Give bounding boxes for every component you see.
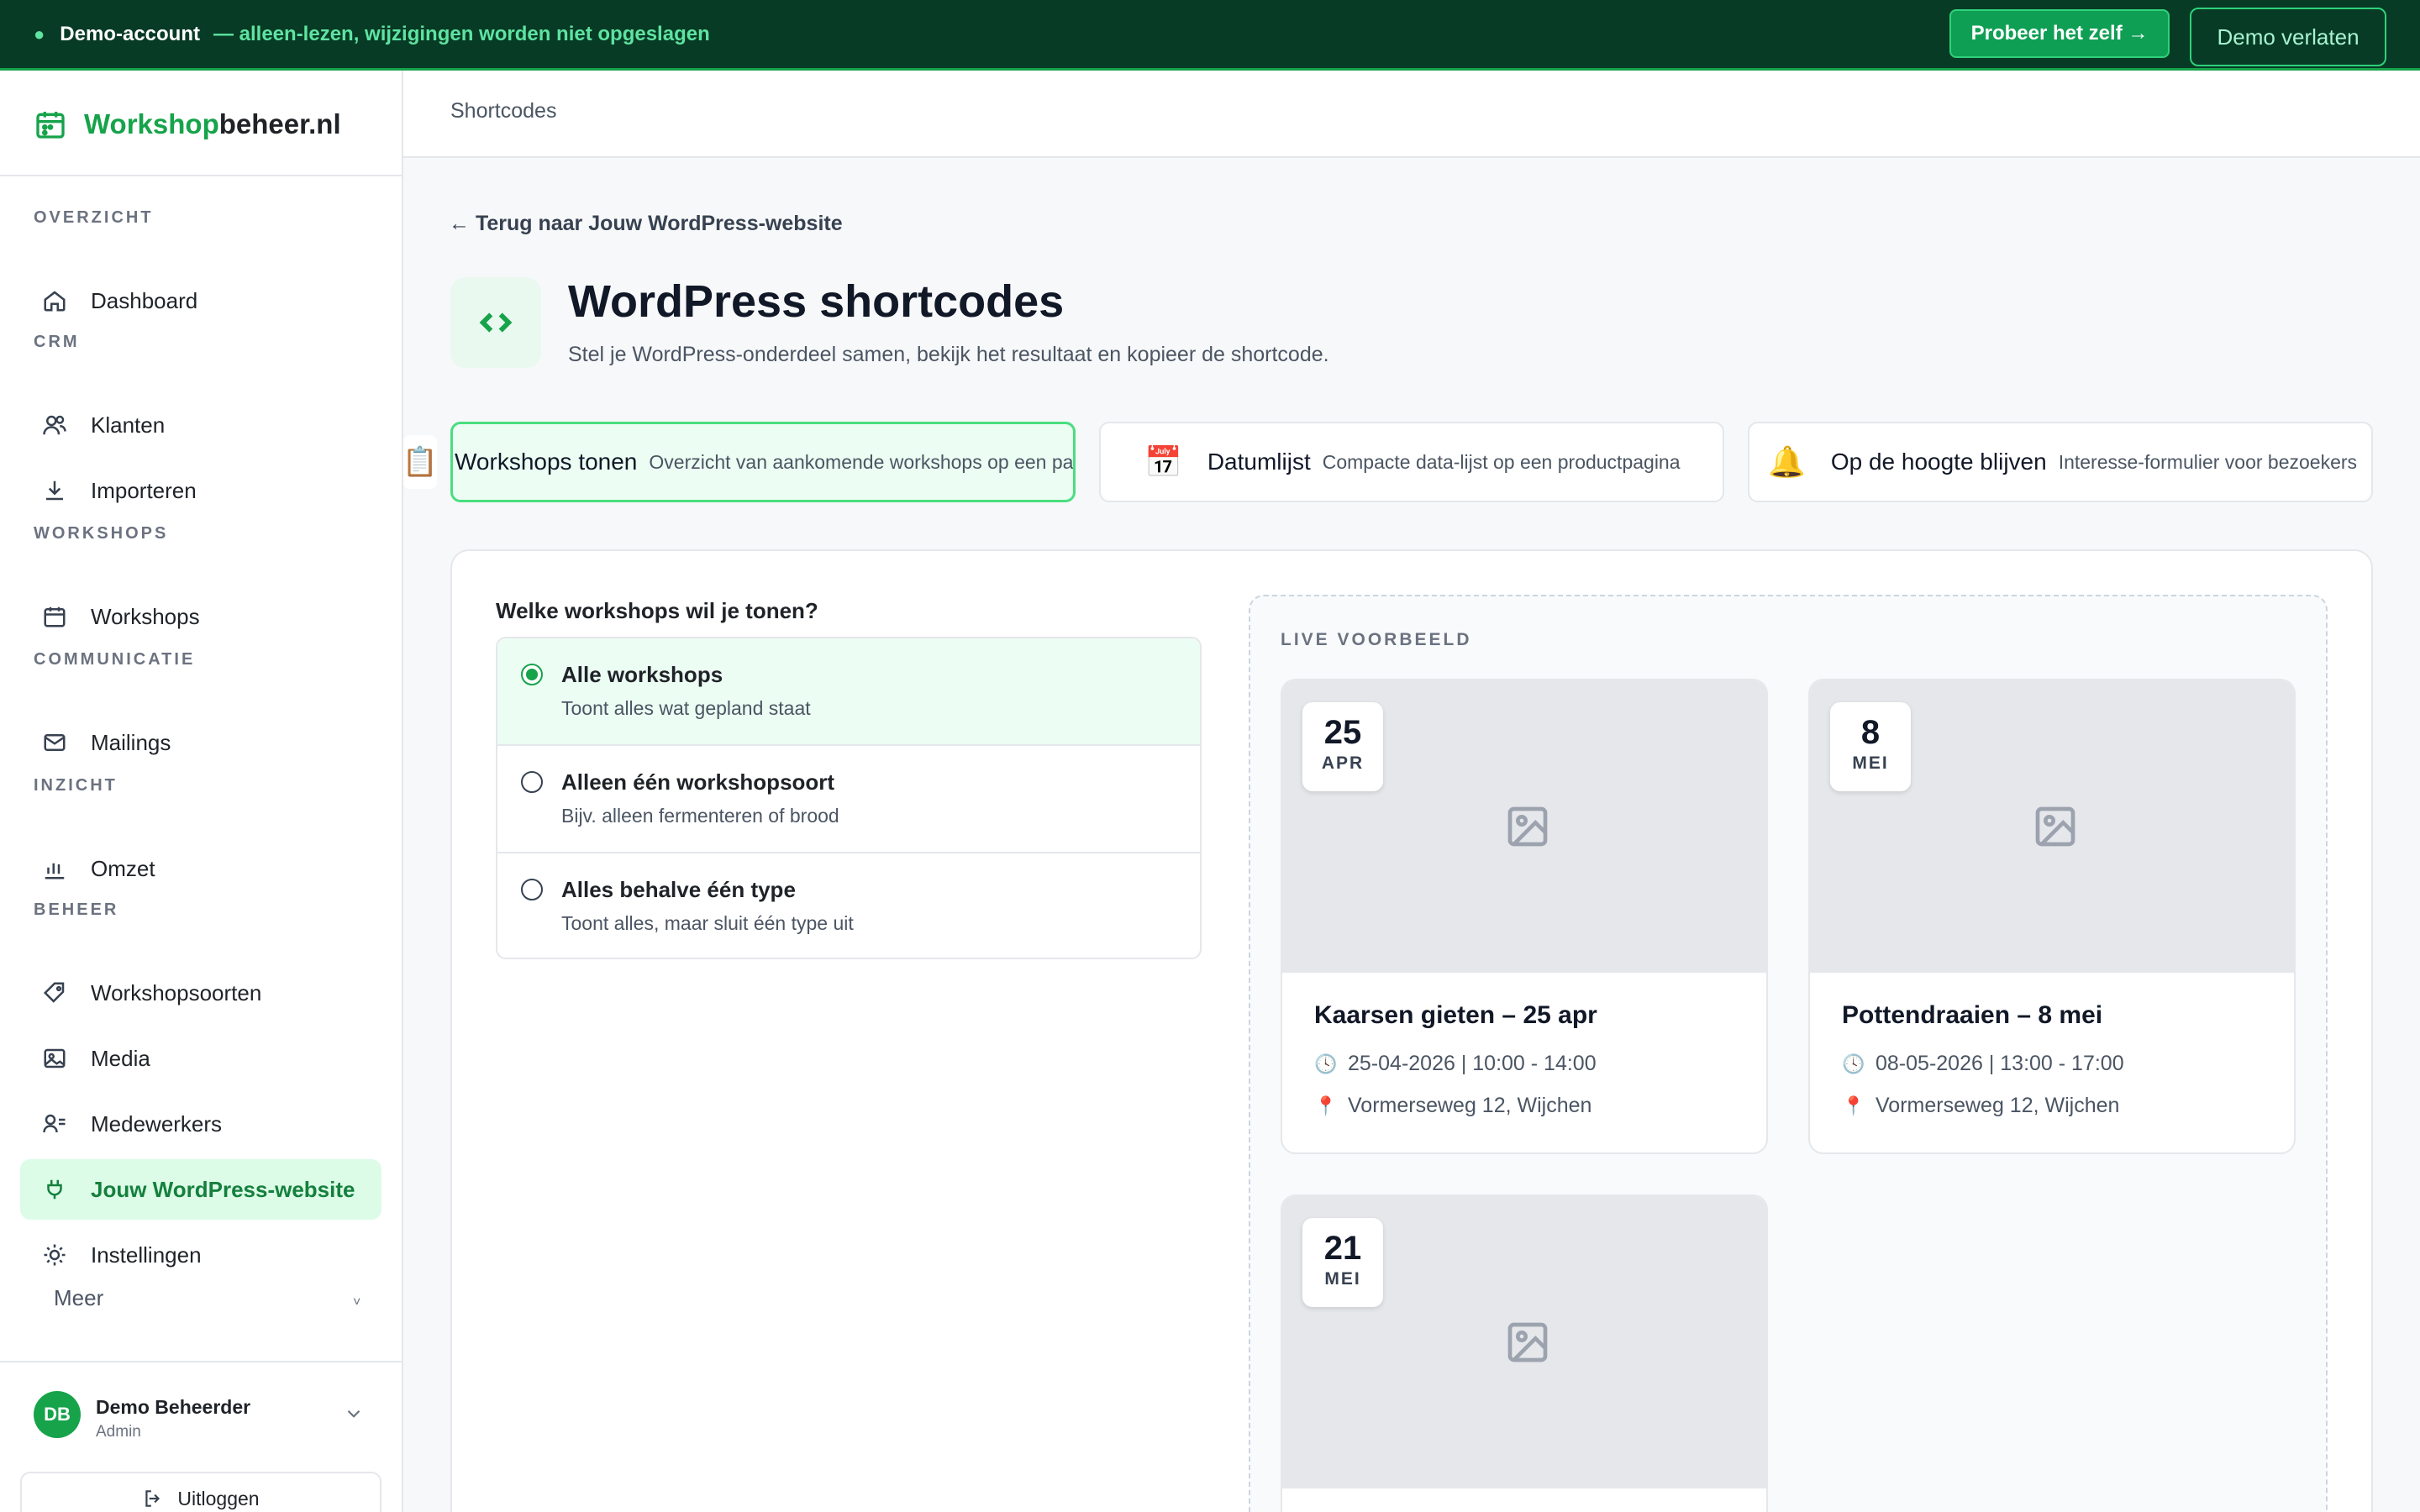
sidebar-more[interactable]: Meer xyxy=(54,1285,103,1311)
calendar-emoji-icon: 📅 xyxy=(1144,444,1182,479)
back-link[interactable]: ← Terug naar Jouw WordPress-website xyxy=(449,212,843,236)
sidebar-item-importeren[interactable]: Importeren xyxy=(20,460,381,521)
sidebar-item-mailings[interactable]: Mailings xyxy=(20,712,381,773)
logout-icon xyxy=(145,1490,160,1507)
sidebar-item-workshops[interactable]: Workshops xyxy=(20,586,381,647)
preview-label: LIVE VOORBEELD xyxy=(1281,630,1472,649)
date-badge: 25 APR xyxy=(1302,702,1383,791)
bell-icon: 🔔 xyxy=(1768,444,1806,479)
breadcrumb: Shortcodes xyxy=(450,99,557,123)
topbar: Shortcodes xyxy=(403,71,2420,158)
sidebar-item-workshopsoorten[interactable]: Workshopsoorten xyxy=(20,963,381,1023)
page-subtitle: Stel je WordPress-onderdeel samen, bekij… xyxy=(568,343,1329,366)
clipboard-icon: 📋 xyxy=(402,435,438,489)
tag-icon xyxy=(43,982,65,1003)
workshop-title: Pottendraaien – 8 mei xyxy=(1842,1001,2103,1029)
image-icon xyxy=(44,1048,66,1068)
workshop-card[interactable]: 8 MEI Pottendraaien – 8 mei 🕓 08-05-2026 … xyxy=(1808,679,2296,1154)
sidebar-item-medewerkers[interactable]: Medewerkers xyxy=(20,1094,381,1154)
workshop-time: 🕓 08-05-2026 | 13:00 - 17:00 xyxy=(1842,1052,2124,1075)
option-except-type[interactable]: Alles behalve één type Toont alles, maar… xyxy=(497,853,1200,958)
mail-icon xyxy=(44,734,66,751)
radio[interactable] xyxy=(521,879,543,900)
clock-icon: 🕓 xyxy=(1314,1053,1338,1074)
sun-gear-icon xyxy=(44,1244,66,1266)
workshop-card[interactable]: 21 MEI xyxy=(1281,1194,1768,1512)
sidebar: Workshopbeheer.nl OVERZICHT Dashboard CR… xyxy=(0,71,403,1512)
download-icon xyxy=(46,480,63,501)
radio[interactable] xyxy=(521,771,543,793)
brand-name: Workshopbeheer.nl xyxy=(84,108,341,139)
try-yourself-button[interactable]: Probeer het zelf → xyxy=(1949,9,2170,58)
workshop-time: 🕓 25-04-2026 | 10:00 - 14:00 xyxy=(1314,1052,1597,1075)
clock-icon: 🕓 xyxy=(1842,1053,1865,1074)
plug-icon xyxy=(47,1179,62,1200)
sidebar-divider xyxy=(0,175,402,176)
chevron-down-icon[interactable]: ˅ xyxy=(353,1295,360,1310)
date-badge: 8 MEI xyxy=(1830,702,1911,791)
option-all[interactable]: Alle workshops Toont alles wat gepland s… xyxy=(497,638,1200,746)
sidebar-item-klanten[interactable]: Klanten xyxy=(20,395,381,455)
sidebar-item-media[interactable]: Media xyxy=(20,1028,381,1089)
image-placeholder: 21 MEI xyxy=(1282,1196,1766,1488)
user-name: Demo Beheerder xyxy=(96,1396,251,1418)
code-icon xyxy=(450,277,541,368)
sidebar-item-omzet[interactable]: Omzet xyxy=(20,838,381,899)
calendar-icon xyxy=(44,606,66,627)
radio-selected[interactable] xyxy=(521,664,543,685)
image-placeholder-icon xyxy=(1507,1322,1548,1362)
bar-chart-icon xyxy=(45,863,65,879)
tab-op-de-hoogte[interactable]: 🔔 Op de hoogte blijven Interesse-formuli… xyxy=(1748,422,2373,502)
logo[interactable]: Workshopbeheer.nl xyxy=(34,108,341,141)
workshop-title: Kaarsen gieten – 25 apr xyxy=(1314,1001,1597,1029)
demo-account-label: Demo-account xyxy=(60,22,200,45)
home-icon xyxy=(44,291,66,312)
demo-banner: ● Demo-account — alleen-lezen, wijziging… xyxy=(0,0,2420,71)
calendar-logo-icon xyxy=(36,112,65,139)
section-inzicht: INZICHT xyxy=(34,776,118,795)
users-icon xyxy=(43,415,66,435)
page-title: WordPress shortcodes xyxy=(568,276,1065,327)
eye-icon: ● xyxy=(34,23,45,45)
image-placeholder: 25 APR xyxy=(1282,680,1766,973)
sidebar-item-dashboard[interactable]: Dashboard xyxy=(20,270,381,331)
section-communicatie: COMMUNICATIE xyxy=(34,650,196,669)
workshop-card[interactable]: 25 APR Kaarsen gieten – 25 apr 🕓 25-04-20… xyxy=(1281,679,1768,1154)
date-badge: 21 MEI xyxy=(1302,1218,1383,1307)
user-list-icon xyxy=(43,1114,66,1133)
workshop-location: 📍 Vormerseweg 12, Wijchen xyxy=(1314,1094,1592,1117)
sidebar-item-wordpress[interactable]: Jouw WordPress-website xyxy=(20,1159,381,1220)
sidebar-divider xyxy=(0,1361,402,1362)
image-placeholder-icon xyxy=(2035,806,2075,847)
section-workshops: WORKSHOPS xyxy=(34,524,169,543)
avatar[interactable]: DB xyxy=(34,1391,81,1438)
image-placeholder-icon xyxy=(1507,806,1548,847)
logout-button[interactable]: Uitloggen xyxy=(20,1472,381,1512)
section-crm: CRM xyxy=(34,333,80,351)
tab-datumlijst[interactable]: 📅 Datumlijst Compacte data-lijst op een … xyxy=(1099,422,1724,502)
leave-demo-button[interactable]: Demo verlaten xyxy=(2190,8,2386,66)
option-one-type[interactable]: Alleen één workshopsoort Bijv. alleen fe… xyxy=(497,746,1200,853)
section-overzicht: OVERZICHT xyxy=(34,208,154,227)
workshop-location: 📍 Vormerseweg 12, Wijchen xyxy=(1842,1094,2120,1117)
tab-workshops-tonen[interactable]: Workshops tonen Overzicht van aankomende… xyxy=(450,422,1076,502)
pin-icon: 📍 xyxy=(1842,1095,1865,1116)
pin-icon: 📍 xyxy=(1314,1095,1338,1116)
image-placeholder: 8 MEI xyxy=(1810,680,2294,973)
user-menu-chevron-icon[interactable] xyxy=(343,1403,365,1425)
sidebar-item-instellingen[interactable]: Instellingen xyxy=(20,1225,381,1285)
workshop-filter-options: Alle workshops Toont alles wat gepland s… xyxy=(496,637,1202,959)
question-label: Welke workshops wil je tonen? xyxy=(496,598,818,623)
demo-readonly-note: — alleen-lezen, wijzigingen worden niet … xyxy=(213,22,710,45)
user-role: Admin xyxy=(96,1423,141,1441)
section-beheer: BEHEER xyxy=(34,900,119,919)
